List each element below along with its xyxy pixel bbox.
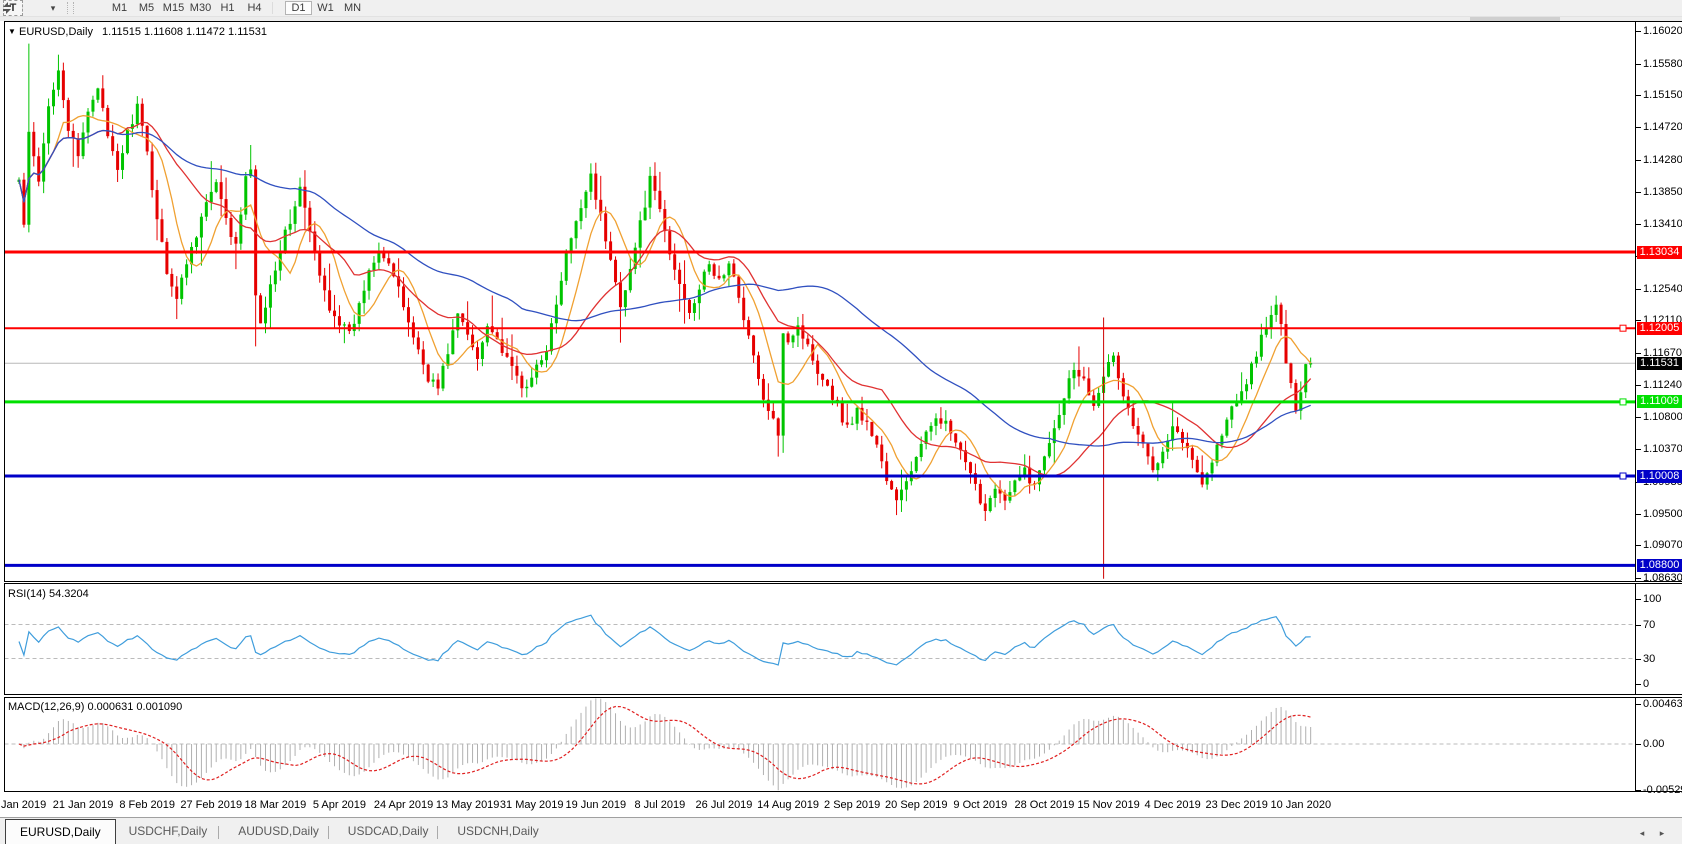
tabs-scroll-right-icon[interactable]: ▸ (1656, 827, 1668, 839)
toolbar-separator (272, 2, 281, 14)
rsi-scale-tick: 70 (1643, 619, 1682, 632)
timeframe-button-h1[interactable]: H1 (214, 1, 241, 15)
date-tick: 26 Jul 2019 (696, 799, 753, 811)
price-tick: 1.11240 (1643, 379, 1682, 392)
date-tick: 8 Jul 2019 (635, 799, 686, 811)
timeframe-button-m30[interactable]: M30 (187, 1, 214, 15)
macd-scale-tick: -0.005299 (1643, 784, 1682, 797)
date-tick: 24 Apr 2019 (374, 799, 433, 811)
tab-divider (218, 826, 219, 839)
line-handle[interactable] (1620, 399, 1626, 405)
date-tick: 15 Nov 2019 (1077, 799, 1139, 811)
timeframe-button-d1[interactable]: D1 (285, 1, 312, 15)
main-price-pane[interactable] (0, 21, 1682, 582)
cursor-arrows-glyph (0, 2, 14, 14)
chart-tab-bar: ◂ ▸ EURUSD,DailyUSDCHF,DailyAUDUSD,Daily… (0, 817, 1682, 844)
timeframe-button-m15[interactable]: M15 (160, 1, 187, 15)
price-tick: 1.15580 (1643, 58, 1682, 71)
date-tick: 10 Jan 2020 (1271, 799, 1332, 811)
date-tick: 23 Dec 2019 (1206, 799, 1268, 811)
price-tick: 1.09070 (1643, 539, 1682, 552)
level-price-label: 1.13034 (1637, 246, 1682, 259)
macd-label: MACD(12,26,9) 0.000631 0.001090 (8, 701, 182, 713)
symbol-period-label: EURUSD,Daily (19, 26, 93, 38)
ohlc-values: 1.11515 1.11608 1.11472 1.11531 (102, 26, 267, 38)
line-handle[interactable] (1620, 325, 1626, 331)
date-tick: 8 Feb 2019 (119, 799, 175, 811)
price-tick: 1.14720 (1643, 121, 1682, 134)
level-price-label: 1.12005 (1637, 322, 1682, 335)
rsi-pane[interactable] (0, 583, 1682, 695)
date-tick: 4 Dec 2019 (1144, 799, 1200, 811)
level-price-label: 1.08800 (1637, 559, 1682, 572)
price-tick: 1.13410 (1643, 218, 1682, 231)
line-handle[interactable] (1620, 473, 1626, 479)
timeframe-button-w1[interactable]: W1 (312, 1, 339, 15)
current-price-label: 1.11531 (1637, 357, 1682, 370)
macd-scale-tick: 0.00 (1643, 738, 1682, 751)
date-tick: 13 May 2019 (436, 799, 500, 811)
rsi-label: RSI(14) 54.3204 (8, 588, 89, 600)
date-tick: 27 Feb 2019 (180, 799, 242, 811)
level-price-label: 1.11009 (1637, 395, 1682, 408)
date-tick: 21 Jan 2019 (53, 799, 114, 811)
price-tick: 1.08630 (1643, 572, 1682, 585)
macd-scale-tick: 0.00463 (1643, 698, 1682, 711)
macd-pane[interactable] (0, 697, 1682, 792)
tab-divider (328, 826, 329, 839)
date-tick: 18 Mar 2019 (244, 799, 306, 811)
timeframe-button-h4[interactable]: H4 (241, 1, 268, 15)
rsi-scale-tick: 100 (1643, 593, 1682, 606)
rsi-scale-tick: 0 (1643, 678, 1682, 691)
date-tick: 2 Sep 2019 (824, 799, 880, 811)
chart-tab-usdchf[interactable]: USDCHF,Daily (115, 821, 222, 842)
date-tick: 14 Aug 2019 (757, 799, 819, 811)
date-tick: 2 Jan 2019 (0, 799, 46, 811)
chart-tab-usdcad[interactable]: USDCAD,Daily (334, 821, 443, 842)
timeframe-button-m1[interactable]: M1 (106, 1, 133, 15)
price-tick: 1.10800 (1643, 411, 1682, 424)
level-price-label: 1.10008 (1637, 470, 1682, 483)
cursor-arrows-icon[interactable] (27, 1, 47, 15)
timeframe-button-m5[interactable]: M5 (133, 1, 160, 15)
timeframe-buttons: M1M5M15M30H1H4 D1W1MN (106, 1, 366, 15)
date-tick: 19 Jun 2019 (566, 799, 627, 811)
rsi-scale-tick: 30 (1643, 653, 1682, 666)
date-tick: 20 Sep 2019 (885, 799, 947, 811)
date-tick: 28 Oct 2019 (1014, 799, 1074, 811)
timeframe-button-mn[interactable]: MN (339, 1, 366, 15)
date-tick: 31 May 2019 (500, 799, 564, 811)
chart-tab-audusd[interactable]: AUDUSD,Daily (224, 821, 333, 842)
date-tick: 9 Oct 2019 (953, 799, 1007, 811)
chart-tab-eurusd[interactable]: EURUSD,Daily (5, 819, 116, 844)
tab-divider (437, 826, 438, 839)
date-tick: 5 Apr 2019 (313, 799, 366, 811)
mt4-chart-window: T ▾ M1M5M15M30H1H4D1W1MN ▼ EURUSD,Daily … (0, 0, 1682, 844)
tool-dropdown-caret-icon[interactable]: ▾ (47, 1, 59, 15)
chart-tab-usdcnh[interactable]: USDCNH,Daily (443, 821, 552, 842)
price-tick: 1.09500 (1643, 508, 1682, 521)
price-tick: 1.16020 (1643, 25, 1682, 38)
price-tick: 1.14280 (1643, 154, 1682, 167)
price-tick: 1.15150 (1643, 89, 1682, 102)
price-tick: 1.12540 (1643, 283, 1682, 296)
price-tick: 1.13850 (1643, 186, 1682, 199)
tabs-scroll-left-icon[interactable]: ◂ (1636, 827, 1648, 839)
timeframe-toolbar: T ▾ M1M5M15M30H1H4D1W1MN (0, 0, 1682, 17)
collapse-triangle-icon[interactable]: ▼ (8, 27, 16, 36)
price-tick: 1.10370 (1643, 443, 1682, 456)
toolbar-separator (67, 2, 74, 14)
chart-title: ▼ EURUSD,Daily 1.11515 1.11608 1.11472 1… (8, 26, 267, 38)
